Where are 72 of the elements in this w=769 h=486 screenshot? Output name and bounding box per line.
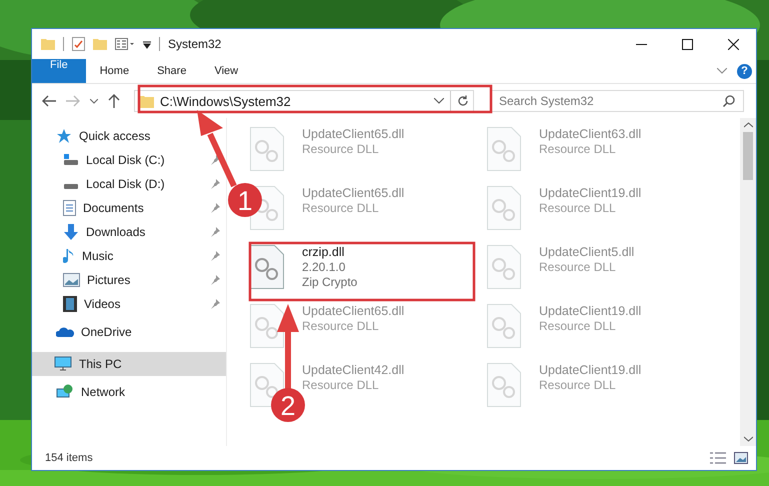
- step-badge: 1: [228, 183, 262, 217]
- pin-icon[interactable]: [210, 251, 220, 261]
- file-name[interactable]: crzip.dll: [302, 245, 358, 259]
- pin-icon[interactable]: [210, 155, 220, 165]
- step-badge: 2: [271, 388, 305, 422]
- folder-icon: [41, 38, 55, 50]
- search-field[interactable]: Search System32: [490, 90, 744, 112]
- computer-icon: [54, 356, 72, 372]
- download-icon: [63, 224, 79, 240]
- properties-icon[interactable]: [72, 37, 85, 51]
- file-detail: Resource DLL: [539, 142, 617, 156]
- expand-ribbon-icon[interactable]: [717, 68, 727, 74]
- pin-icon[interactable]: [210, 179, 220, 189]
- back-icon[interactable]: [42, 95, 56, 107]
- scroll-down-icon[interactable]: [744, 436, 752, 442]
- pin-icon[interactable]: [210, 203, 220, 213]
- refresh-icon[interactable]: [457, 95, 469, 107]
- sidebar-item[interactable]: Pictures: [32, 268, 226, 292]
- drive-icon: [63, 154, 79, 166]
- view-options-icon[interactable]: [115, 38, 135, 50]
- sidebar-item[interactable]: OneDrive: [32, 320, 226, 344]
- scrollbar[interactable]: [740, 118, 756, 446]
- ribbon-tab[interactable]: Home: [86, 59, 144, 83]
- pin-icon[interactable]: [210, 227, 220, 237]
- music-note-icon: [63, 248, 75, 264]
- large-icons-view-icon[interactable]: [734, 452, 748, 464]
- document-icon: [63, 200, 76, 216]
- sidebar-item[interactable]: Documents: [32, 196, 226, 220]
- customize-icon[interactable]: [143, 39, 151, 49]
- sidebar-item[interactable]: Music: [32, 244, 226, 268]
- recent-locations-icon[interactable]: [90, 98, 98, 104]
- cloud-icon: [56, 326, 74, 338]
- address-bar[interactable]: C:\Windows\System32: [134, 90, 474, 112]
- file-detail: Zip Crypto: [302, 275, 358, 289]
- sidebar-item[interactable]: Quick access: [32, 124, 226, 148]
- sidebar-item[interactable]: Local Disk (D:): [32, 172, 226, 196]
- maximize-icon: [682, 38, 692, 50]
- file-detail: Resource DLL: [302, 142, 380, 156]
- ribbon-tab[interactable]: View: [200, 59, 252, 83]
- file-detail: Resource DLL: [302, 378, 380, 392]
- sidebar-item[interactable]: This PC: [32, 352, 226, 376]
- star-icon: [56, 128, 72, 144]
- sidebar-item[interactable]: Videos: [32, 292, 226, 316]
- window-title: System32: [168, 37, 222, 51]
- scroll-up-icon[interactable]: [744, 122, 752, 128]
- file-detail: Resource DLL: [302, 201, 380, 215]
- pin-icon[interactable]: [210, 299, 220, 309]
- file-detail: Resource DLL: [539, 319, 617, 333]
- ribbon-tab[interactable]: File: [32, 59, 86, 83]
- sidebar-item[interactable]: Local Disk (C:): [32, 148, 226, 172]
- network-icon: [56, 384, 74, 400]
- ribbon-tab[interactable]: Share: [143, 59, 200, 83]
- close-icon: [728, 38, 738, 50]
- address-path: C:\Windows\System32: [160, 94, 292, 108]
- details-view-icon[interactable]: [710, 452, 726, 464]
- file-detail: Resource DLL: [539, 201, 617, 215]
- scrollbar-thumb[interactable]: [743, 132, 753, 180]
- file-detail: Resource DLL: [539, 378, 617, 392]
- picture-icon: [63, 273, 80, 287]
- sidebar-item[interactable]: Network: [32, 380, 226, 404]
- dropdown-icon[interactable]: [434, 98, 444, 104]
- search-icon: [723, 95, 735, 107]
- file-detail: Resource DLL: [302, 319, 380, 333]
- pin-icon[interactable]: [210, 275, 220, 285]
- file-detail: Resource DLL: [539, 260, 617, 274]
- help-icon[interactable]: ?: [737, 64, 752, 78]
- sidebar-item[interactable]: Downloads: [32, 220, 226, 244]
- up-icon[interactable]: [108, 94, 120, 108]
- dll-file-icon[interactable]: [250, 245, 284, 289]
- film-icon: [63, 296, 77, 312]
- item-count: 154 items: [45, 452, 93, 464]
- file-detail: 2.20.1.0: [302, 260, 346, 274]
